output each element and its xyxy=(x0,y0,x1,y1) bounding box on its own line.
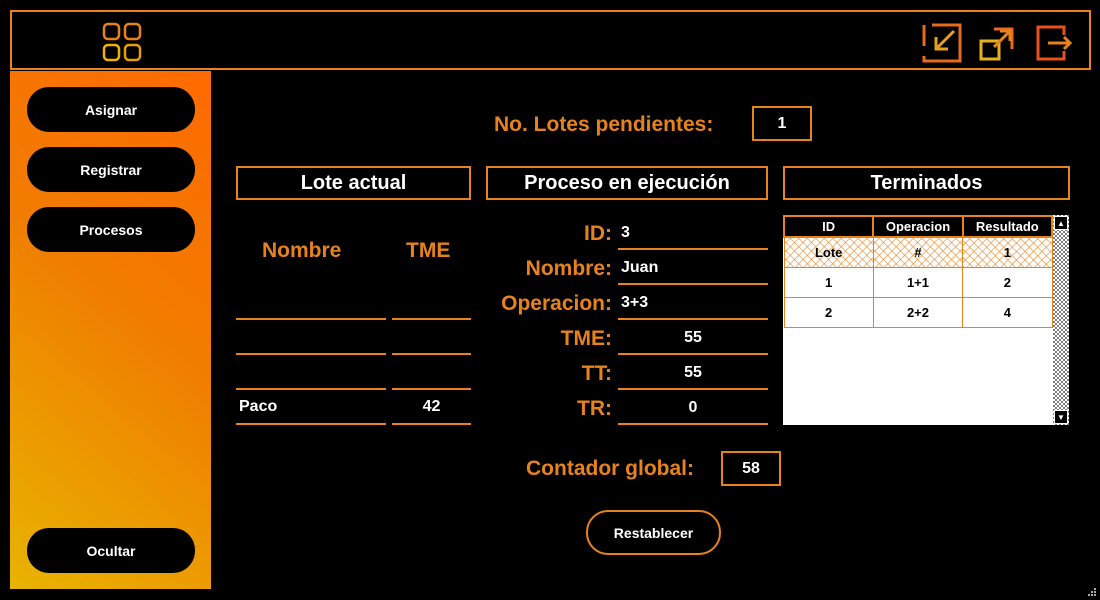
maximize-icon[interactable] xyxy=(978,23,1018,63)
exit-icon[interactable] xyxy=(1034,23,1074,63)
process-tme-line xyxy=(618,353,768,355)
table-cell: 4 xyxy=(962,296,1053,328)
table-cell: 1 xyxy=(962,236,1053,268)
scroll-down-arrow-icon[interactable]: ▼ xyxy=(1054,410,1068,424)
process-name-line xyxy=(618,283,768,285)
running-process-header: Proceso en ejecución xyxy=(486,166,768,200)
reset-button[interactable]: Restablecer xyxy=(586,510,721,555)
minimize-icon[interactable] xyxy=(922,23,962,63)
table-cell: 2 xyxy=(962,266,1053,298)
batch-row-3-tme-line xyxy=(392,388,471,390)
process-operation-label: Operacion: xyxy=(501,292,612,315)
process-tme-label: TME: xyxy=(560,327,612,350)
process-id-line xyxy=(618,248,768,250)
process-tt-value: 55 xyxy=(684,364,702,381)
table-scrollbar[interactable]: ▲ ▼ xyxy=(1053,215,1069,425)
finished-header: Terminados xyxy=(783,166,1070,200)
finished-table[interactable]: ID Operacion Resultado Lote # 1 1 1+1 2 … xyxy=(782,215,1069,425)
tme-column-header: TME xyxy=(406,239,451,262)
process-tr-label: TR: xyxy=(577,397,612,420)
assign-button[interactable]: Asignar xyxy=(27,87,195,132)
batch-row-4-tme-line xyxy=(392,423,471,425)
batch-row-4-tme: 42 xyxy=(422,398,441,415)
process-tt-label: TT: xyxy=(581,362,612,385)
table-cell: # xyxy=(872,236,964,268)
table-row[interactable]: Lote # 1 xyxy=(783,236,1053,268)
global-counter-label: Contador global: xyxy=(526,457,694,480)
table-row[interactable]: 2 2+2 4 xyxy=(783,296,1053,328)
process-id-value: 3 xyxy=(621,224,630,241)
batch-row-4-name: Paco xyxy=(239,398,278,415)
table-cell: 2+2 xyxy=(872,296,964,328)
scroll-up-arrow-icon[interactable]: ▲ xyxy=(1054,216,1068,230)
batch-row-1-tme-line xyxy=(392,318,471,320)
result-column-header[interactable]: Resultado xyxy=(961,215,1054,238)
batch-row-4-name-line xyxy=(236,423,386,425)
process-tme-value: 55 xyxy=(684,329,702,346)
process-tr-line xyxy=(618,423,768,425)
id-column-header[interactable]: ID xyxy=(782,215,875,238)
resize-grip-icon[interactable] xyxy=(1088,588,1096,596)
operation-column-header[interactable]: Operacion xyxy=(872,215,964,238)
process-id-label: ID: xyxy=(584,222,612,245)
table-row[interactable]: 1 1+1 2 xyxy=(783,266,1053,298)
batch-row-1-name-line xyxy=(236,318,386,320)
title-bar xyxy=(10,10,1091,70)
register-button[interactable]: Registrar xyxy=(27,147,195,192)
table-cell: 1+1 xyxy=(872,266,964,298)
processes-button[interactable]: Procesos xyxy=(27,207,195,252)
global-counter-value: 58 xyxy=(721,451,781,486)
current-batch-header: Lote actual xyxy=(236,166,471,200)
hide-button[interactable]: Ocultar xyxy=(27,528,195,573)
table-cell: 2 xyxy=(783,296,874,328)
name-column-header: Nombre xyxy=(262,239,342,262)
process-operation-line xyxy=(618,318,768,320)
process-operation-value: 3+3 xyxy=(621,294,649,311)
table-cell: 1 xyxy=(783,266,874,298)
batch-row-2-tme-line xyxy=(392,353,471,355)
batch-row-2-name-line xyxy=(236,353,386,355)
process-name-label: Nombre: xyxy=(525,257,612,280)
apps-grid-icon[interactable] xyxy=(102,22,142,62)
process-name-value: Juan xyxy=(621,259,659,276)
table-cell: Lote xyxy=(783,236,874,268)
process-tr-value: 0 xyxy=(688,399,698,416)
process-tt-line xyxy=(618,388,768,390)
sidebar: Asignar Registrar Procesos Ocultar xyxy=(10,71,211,589)
batch-row-3-name-line xyxy=(236,388,386,390)
pending-batches-value: 1 xyxy=(752,106,812,141)
pending-batches-label: No. Lotes pendientes: xyxy=(494,113,714,136)
